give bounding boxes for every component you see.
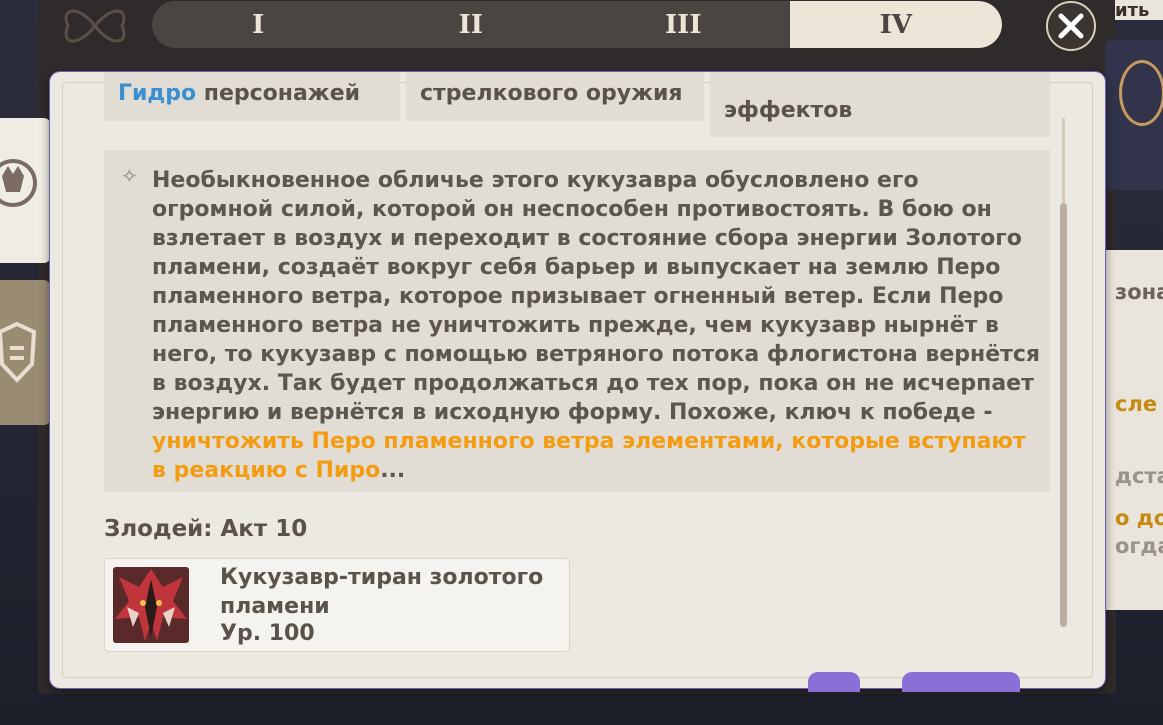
background-top-text: ить	[1115, 0, 1163, 20]
side-tab-2[interactable]	[0, 280, 50, 425]
background-text-3: дста	[1115, 464, 1163, 488]
close-icon	[1058, 13, 1084, 39]
tab-act-2[interactable]: II	[365, 1, 578, 48]
background-text-1: зона	[1115, 280, 1163, 304]
enemy-level: Ур. 100	[220, 621, 315, 646]
tab-act-3[interactable]: III	[577, 1, 790, 48]
act-tabs: I II III IV	[152, 1, 1002, 48]
side-tab-1[interactable]	[0, 118, 50, 263]
monster-icon	[0, 159, 37, 207]
description-ellipsis: ...	[380, 458, 406, 483]
enemy-name: Кукузавр-тиран золотого пламени	[220, 565, 544, 619]
tip-chip-highlight: Гидро	[118, 81, 197, 106]
butterfly-icon	[64, 9, 126, 43]
enemy-description: ✧ Необыкновенное обличье этого кукузавра…	[104, 150, 1050, 492]
background-text-5: огда	[1115, 534, 1163, 558]
decor-bump	[902, 672, 1020, 692]
tip-chip-label: эффектов	[724, 98, 853, 123]
close-button[interactable]	[1046, 1, 1096, 51]
shield-icon	[0, 321, 37, 383]
tips-row: Гидро персонажей стрелкового оружия эффе…	[104, 72, 1050, 137]
scrollbar-thumb[interactable]	[1060, 203, 1067, 627]
tip-chip-hydro[interactable]: Гидро персонажей	[104, 72, 400, 121]
tip-chip-ranged[interactable]: стрелкового оружия	[406, 72, 704, 121]
tab-act-4[interactable]: IV	[789, 1, 1002, 48]
enemy-card[interactable]: Кукузавр-тиран золотого пламени Ур. 100	[104, 558, 570, 652]
description-text: Необыкновенное обличье этого кукузавра о…	[152, 168, 1041, 425]
tab-act-1[interactable]: I	[152, 1, 365, 48]
background-text-2: сле	[1115, 392, 1158, 416]
detail-panel: Гидро персонажей стрелкового оружия эффе…	[50, 72, 1105, 688]
enemy-portrait-image	[113, 567, 189, 643]
tip-chip-label: персонажей	[196, 81, 361, 106]
diamond-bullet-icon: ✧	[121, 164, 138, 188]
tip-chip-label: стрелкового оружия	[420, 81, 683, 106]
background-portrait-card	[1105, 40, 1163, 190]
background-right-panel: зона сле дста о до огда	[1105, 250, 1163, 610]
portrait-ring	[1119, 60, 1163, 126]
tip-chip-effects[interactable]: эффектов	[710, 72, 1050, 137]
villain-section-title: Злодей: Акт 10	[104, 516, 308, 542]
decor-bump	[808, 672, 860, 692]
description-hint: уничтожить Перо пламенного ветра элемент…	[152, 429, 1026, 483]
background-text-4: о до	[1115, 506, 1163, 530]
enemy-portrait	[113, 567, 189, 643]
